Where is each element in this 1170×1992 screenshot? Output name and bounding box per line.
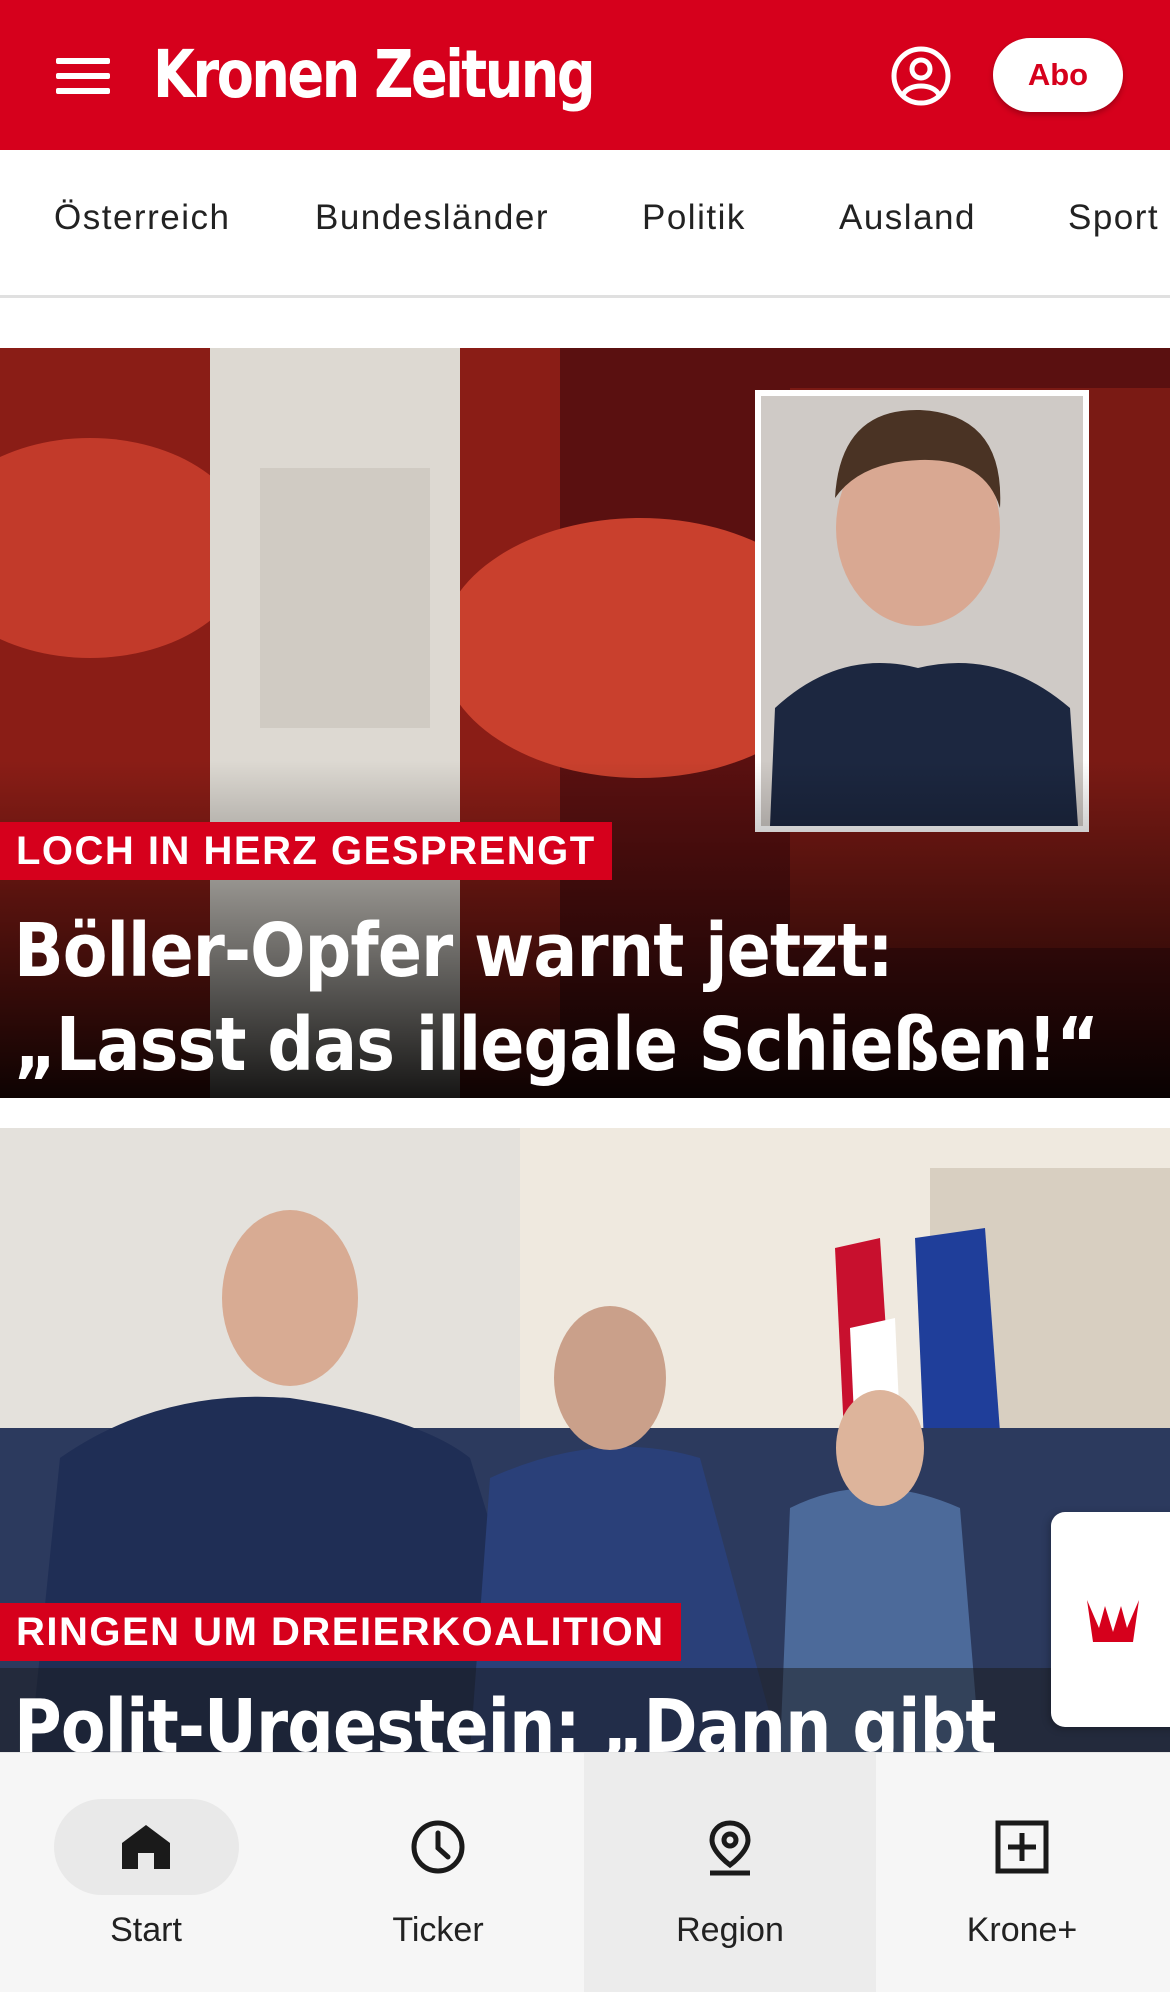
home-icon: [122, 1825, 170, 1869]
category-sport[interactable]: Sport: [1068, 198, 1159, 238]
headline-line: Böller-Opfer warnt jetzt:: [14, 908, 894, 994]
nav-label: Start: [110, 1911, 182, 1949]
nav-region[interactable]: Region: [584, 1753, 876, 1992]
category-oesterreich[interactable]: Österreich: [54, 198, 230, 238]
category-bundeslaender[interactable]: Bundesländer: [315, 198, 549, 238]
bottom-navigation: Start Ticker Region Krone+: [0, 1752, 1170, 1992]
article-card[interactable]: LOCH IN HERZ GESPRENGT Böller-Opfer warn…: [0, 348, 1170, 1098]
plus-box-icon: [995, 1820, 1049, 1874]
article-kicker: LOCH IN HERZ GESPRENGT: [0, 822, 612, 880]
article-headline[interactable]: Böller-Opfer warnt jetzt: „Lasst das ill…: [14, 904, 1158, 1092]
crown-icon: [1087, 1600, 1139, 1642]
nav-label: Ticker: [392, 1911, 484, 1949]
site-logo[interactable]: Kronen Zeitung: [153, 30, 596, 120]
article-kicker: RINGEN UM DREIERKOALITION: [0, 1603, 681, 1661]
nav-krone-plus[interactable]: Krone+: [876, 1753, 1168, 1992]
nav-ticker[interactable]: Ticker: [292, 1753, 584, 1992]
article-card[interactable]: RINGEN UM DREIERKOALITION Polit-Urgestei…: [0, 1128, 1170, 1752]
category-politik[interactable]: Politik: [642, 198, 746, 238]
nav-label: Krone+: [966, 1911, 1078, 1949]
nav-label: Region: [676, 1911, 784, 1949]
user-account-icon[interactable]: [890, 45, 952, 107]
top-app-bar: Kronen Zeitung Abo: [0, 0, 1170, 150]
krone-floating-tab[interactable]: [1051, 1512, 1170, 1727]
headline-line: „Lasst das illegale Schießen!“: [14, 1002, 1099, 1088]
headline-line: Polit-Urgestein: „Dann gibt: [14, 1684, 996, 1752]
category-ausland[interactable]: Ausland: [839, 198, 976, 238]
abo-button[interactable]: Abo: [993, 38, 1123, 112]
menu-icon[interactable]: [50, 48, 120, 104]
article-headline[interactable]: Polit-Urgestein: „Dann gibt: [14, 1680, 1158, 1752]
clock-icon: [411, 1820, 465, 1874]
category-nav: Österreich Bundesländer Politik Ausland …: [0, 150, 1170, 298]
nav-start[interactable]: Start: [0, 1753, 292, 1992]
location-pin-icon: [709, 1820, 751, 1876]
